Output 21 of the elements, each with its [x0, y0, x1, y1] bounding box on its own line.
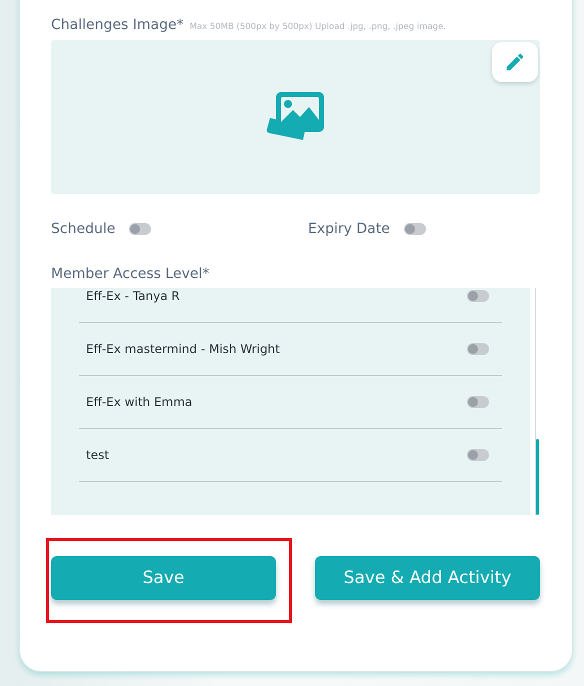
- toggle-switch[interactable]: [467, 343, 489, 355]
- access-level-name: Eff-Ex - Tanya R: [86, 289, 180, 303]
- toggle-switch[interactable]: [467, 290, 489, 302]
- scrollbar-thumb[interactable]: [536, 439, 539, 515]
- edit-button[interactable]: [492, 42, 538, 82]
- access-level-name: test: [86, 448, 110, 462]
- toggle-switch[interactable]: [467, 396, 489, 408]
- toggle-switch[interactable]: [467, 449, 489, 461]
- save-button[interactable]: Save & Add Activity: [315, 556, 540, 600]
- access-level-name: Eff-Ex with Emma: [86, 395, 192, 409]
- field-label: Member Access Level*: [51, 266, 210, 282]
- field-label: Challenges Image*: [51, 17, 184, 33]
- access-level-name: Eff-Ex mastermind - Mish Wright: [86, 342, 280, 356]
- field-hint: Max 50MB (500px by 500px) Upload .jpg, .png, .jpeg image.: [190, 22, 446, 32]
- pencil-icon: [504, 51, 526, 73]
- save-button[interactable]: Save: [51, 556, 276, 600]
- toggle-switch[interactable]: [129, 223, 152, 235]
- toggle-label: Schedule: [51, 221, 116, 237]
- image-upload-area[interactable]: [51, 40, 540, 194]
- toggle-label: Expiry Date: [308, 221, 390, 237]
- toggle-switch[interactable]: [404, 223, 426, 235]
